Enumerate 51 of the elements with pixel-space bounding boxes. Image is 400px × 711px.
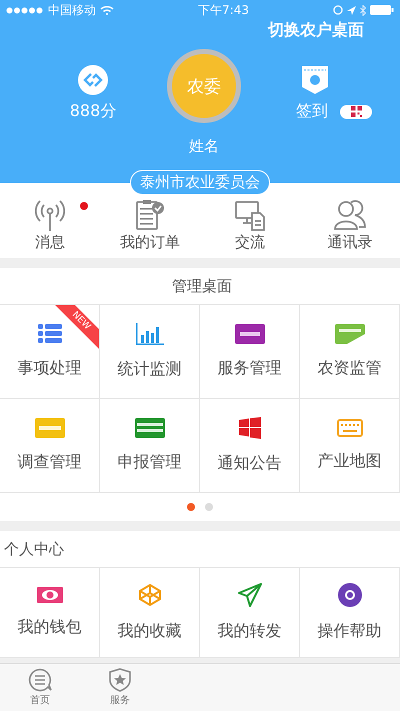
bar-chart-icon: [136, 323, 164, 345]
quick-action[interactable]: 我的订单: [100, 199, 200, 258]
quick-action[interactable]: 通讯录: [300, 199, 400, 258]
tab-bar-item[interactable]: 服务: [80, 664, 160, 711]
menu-tile[interactable]: 我的转发: [200, 568, 300, 658]
page-dot[interactable]: [187, 503, 195, 511]
menu-tile[interactable]: 服务管理: [200, 305, 300, 399]
paper-plane-icon: [238, 583, 262, 607]
carrier-name: 中国移动: [48, 2, 96, 18]
signal-icon: [6, 6, 44, 14]
battery-icon: [370, 5, 394, 15]
chat-bubble-icon: [28, 668, 52, 692]
quick-action[interactable]: 交流: [200, 199, 300, 258]
page-dot[interactable]: [205, 503, 213, 511]
card-icon: [334, 324, 364, 344]
wifi-icon: [100, 5, 114, 15]
menu-tile[interactable]: 我的钱包: [0, 568, 100, 658]
menu-tile[interactable]: 操作帮助: [300, 568, 400, 658]
card-icon: [134, 418, 164, 438]
bluetooth-icon: [360, 4, 366, 16]
menu-tile[interactable]: 我的收藏: [100, 568, 200, 658]
points-text: 888分: [70, 101, 116, 122]
quick-action[interactable]: 消息: [0, 199, 100, 258]
clipboard-icon: [135, 199, 165, 231]
antenna-icon: [35, 199, 65, 231]
qr-code-button[interactable]: [340, 104, 372, 118]
menu-tile[interactable]: 申报管理: [100, 399, 200, 493]
list-icon: [38, 324, 62, 344]
status-time: 下午7:43: [198, 2, 249, 18]
user-name: 姓名: [189, 137, 219, 156]
contacts-icon: [334, 199, 366, 231]
tab-bar-item[interactable]: 首页: [0, 664, 80, 711]
menu-tile[interactable]: 统计监测: [100, 305, 200, 399]
menu-tile[interactable]: 农资监管: [300, 305, 400, 399]
shield-star-icon: [109, 668, 131, 692]
keyboard-icon: [336, 419, 362, 437]
rotation-lock-icon: [332, 5, 343, 15]
monitor-document-icon: [235, 199, 265, 231]
banknote-icon: [36, 587, 62, 603]
points-icon: [78, 65, 108, 95]
menu-tile[interactable]: 通知公告: [200, 399, 300, 493]
menu-tile[interactable]: 调查管理: [0, 399, 100, 493]
pocket-icon: [301, 65, 329, 95]
card-icon: [34, 418, 64, 438]
qr-code-icon: [350, 106, 362, 117]
windows-icon: [238, 417, 260, 439]
organization-badge: 泰州市农业委员会: [130, 170, 270, 195]
card-icon: [234, 324, 264, 344]
cube-icon: [138, 583, 162, 607]
location-icon: [346, 6, 356, 14]
menu-tile[interactable]: 产业地图: [300, 399, 400, 493]
